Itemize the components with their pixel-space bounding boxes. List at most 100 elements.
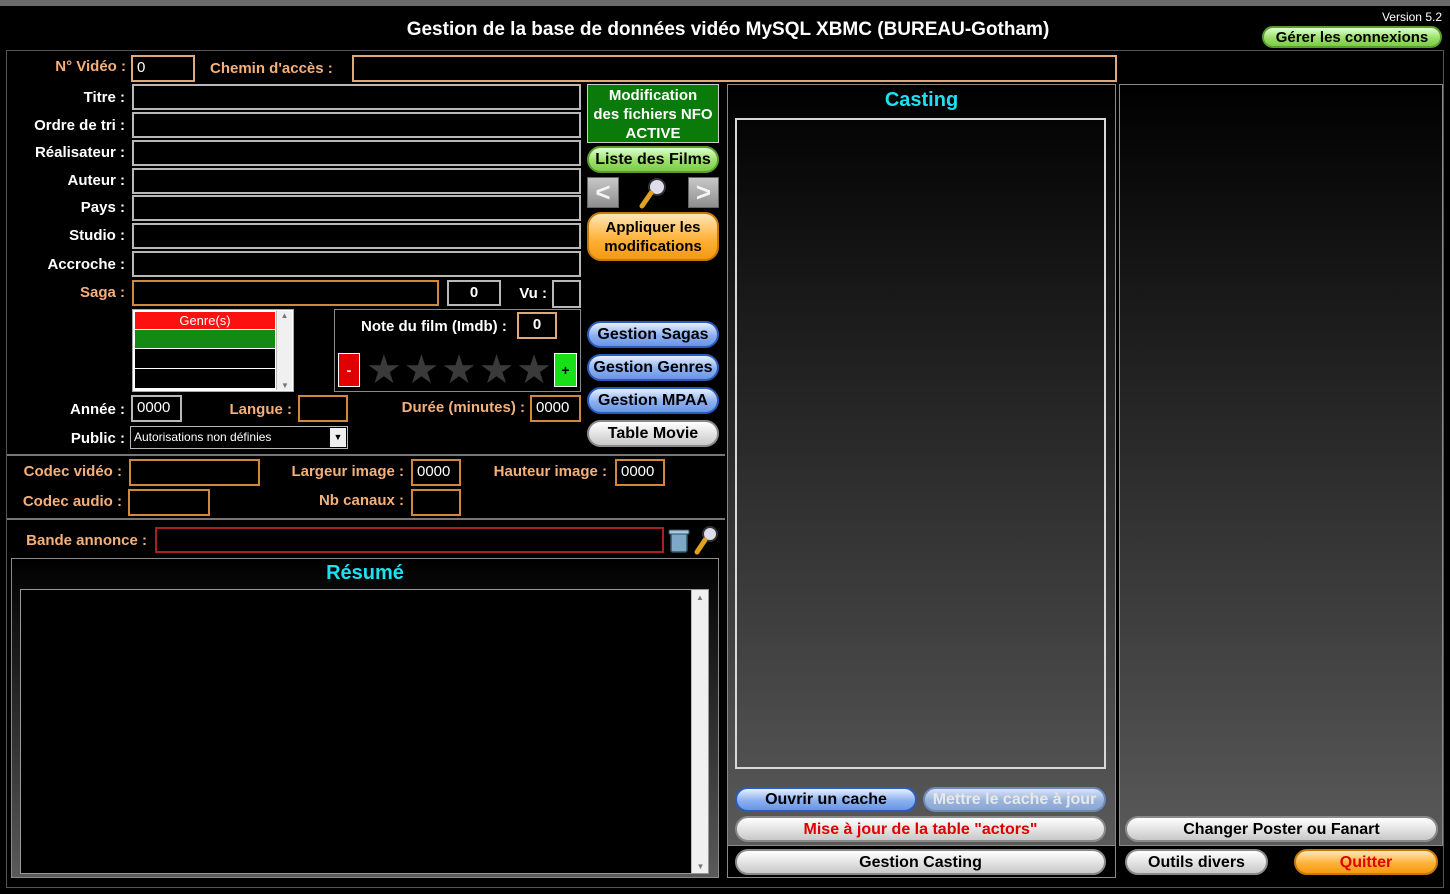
summary-textarea[interactable]: ▲ ▼ — [20, 589, 709, 874]
public-select[interactable]: Autorisations non définies ▼ — [130, 426, 348, 449]
country-label: Pays : — [80, 199, 125, 216]
summary-heading: Résumé — [326, 562, 404, 584]
nfo-status-line: des fichiers NFO — [593, 106, 713, 123]
magnifier-icon — [694, 526, 718, 555]
duration-label: Durée (minutes) : — [401, 399, 525, 416]
apply-changes-button[interactable]: Appliquer les modifications — [587, 212, 719, 261]
trash-icon — [668, 529, 690, 553]
channels-label: Nb canaux : — [318, 492, 404, 509]
saga-field[interactable] — [132, 280, 439, 306]
star-icon[interactable]: ★ — [441, 350, 477, 390]
update-actors-button[interactable]: Mise à jour de la table "actors" — [735, 816, 1106, 842]
change-poster-button[interactable]: Changer Poster ou Fanart — [1125, 816, 1438, 842]
trailer-label: Bande annonce : — [26, 532, 147, 549]
director-field[interactable] — [132, 140, 581, 166]
height-label: Hauteur image : — [493, 463, 607, 480]
star-icon[interactable]: ★ — [404, 350, 440, 390]
duration-field[interactable]: 0000 — [530, 395, 581, 422]
window-title: Gestion de la base de données vidéo MySQ… — [406, 19, 1050, 40]
manage-sagas-button[interactable]: Gestion Sagas — [587, 321, 719, 348]
year-field[interactable]: 0000 — [131, 395, 182, 422]
tagline-field[interactable] — [132, 251, 581, 277]
magnifier-icon — [639, 178, 666, 209]
video-no-label: N° Vidéo : — [55, 58, 126, 75]
genre-row[interactable] — [135, 349, 275, 368]
summary-scrollbar[interactable]: ▲ ▼ — [691, 590, 708, 873]
language-label: Langue : — [229, 401, 293, 418]
chevron-down-icon[interactable]: ▼ — [330, 428, 346, 447]
title-field[interactable] — [132, 84, 581, 110]
genre-row[interactable] — [135, 330, 275, 348]
country-field[interactable] — [132, 195, 581, 221]
codec-audio-field[interactable] — [128, 489, 210, 516]
nfo-status-line: ACTIVE — [625, 125, 681, 142]
genre-header: Genre(s) — [135, 312, 275, 329]
star-icon[interactable]: ★ — [479, 350, 515, 390]
genre-list[interactable]: Genre(s) ▲ ▼ — [132, 309, 294, 392]
language-field[interactable] — [298, 395, 348, 422]
codec-audio-label: Codec audio : — [22, 493, 122, 510]
casting-heading: Casting — [884, 89, 959, 111]
year-label: Année : — [69, 401, 125, 418]
tagline-label: Accroche : — [47, 256, 125, 273]
prev-button[interactable]: < — [587, 177, 619, 208]
path-field[interactable] — [352, 55, 1117, 82]
rating-value: 0 — [517, 312, 557, 339]
author-field[interactable] — [132, 168, 581, 194]
nfo-status-badge: Modification des fichiers NFO ACTIVE — [587, 84, 719, 143]
film-list-button[interactable]: Liste des Films — [587, 146, 719, 173]
poster-panel[interactable] — [1119, 84, 1443, 846]
sort-label: Ordre de tri : — [34, 117, 125, 134]
manage-mpaa-button[interactable]: Gestion MPAA — [587, 387, 719, 414]
path-label: Chemin d'accès : — [210, 60, 333, 77]
search-trailer-button[interactable] — [693, 524, 721, 556]
author-label: Auteur : — [67, 172, 126, 189]
delete-trailer-button[interactable] — [668, 528, 690, 554]
manage-connections-button[interactable]: Gérer les connexions — [1262, 26, 1442, 48]
studio-label: Studio : — [69, 227, 125, 244]
rating-plus-button[interactable]: + — [554, 353, 577, 387]
title-label: Titre : — [83, 89, 125, 106]
open-cache-button[interactable]: Ouvrir un cache — [735, 787, 917, 812]
scroll-up-icon[interactable]: ▲ — [277, 311, 292, 320]
manage-genres-button[interactable]: Gestion Genres — [587, 354, 719, 381]
genre-scrollbar[interactable]: ▲ ▼ — [276, 311, 292, 390]
next-button[interactable]: > — [688, 177, 719, 208]
seen-label: Vu : — [519, 285, 547, 302]
width-label: Largeur image : — [291, 463, 404, 480]
height-field[interactable]: 0000 — [615, 459, 665, 486]
seen-field[interactable] — [552, 280, 581, 308]
saga-count: 0 — [447, 280, 501, 306]
rating-minus-button[interactable]: - — [338, 353, 360, 387]
studio-field[interactable] — [132, 223, 581, 249]
channels-field[interactable] — [411, 489, 461, 516]
casting-list[interactable] — [735, 118, 1106, 769]
scroll-up-icon[interactable]: ▲ — [692, 590, 708, 602]
codec-video-label: Codec vidéo : — [23, 463, 122, 480]
search-film-button[interactable] — [638, 176, 670, 210]
version-label: Version 5.2 — [1381, 10, 1442, 24]
table-movie-button[interactable]: Table Movie — [587, 420, 719, 447]
update-cache-button[interactable]: Mettre le cache à jour — [923, 787, 1106, 812]
scroll-down-icon[interactable]: ▼ — [692, 862, 709, 871]
video-no-field[interactable]: 0 — [131, 55, 195, 82]
tools-button[interactable]: Outils divers — [1125, 849, 1268, 875]
scroll-down-icon[interactable]: ▼ — [277, 381, 293, 390]
width-field[interactable]: 0000 — [411, 459, 461, 486]
apply-changes-line: modifications — [604, 238, 702, 255]
star-icon[interactable]: ★ — [516, 350, 552, 390]
trailer-field[interactable] — [155, 527, 664, 553]
public-label: Public : — [70, 430, 125, 447]
public-select-value: Autorisations non définies — [134, 430, 272, 444]
nfo-status-line: Modification — [608, 87, 698, 104]
rating-label: Note du film (Imdb) : — [361, 318, 507, 335]
rating-stars[interactable]: ★ ★ ★ ★ ★ — [366, 350, 552, 390]
saga-label: Saga : — [79, 284, 125, 301]
quit-button[interactable]: Quitter — [1294, 849, 1438, 875]
star-icon[interactable]: ★ — [366, 350, 402, 390]
sort-field[interactable] — [132, 112, 581, 138]
codec-video-field[interactable] — [129, 459, 260, 486]
genre-row[interactable] — [135, 369, 275, 388]
casting-management-button[interactable]: Gestion Casting — [735, 849, 1106, 875]
director-label: Réalisateur : — [34, 144, 125, 161]
